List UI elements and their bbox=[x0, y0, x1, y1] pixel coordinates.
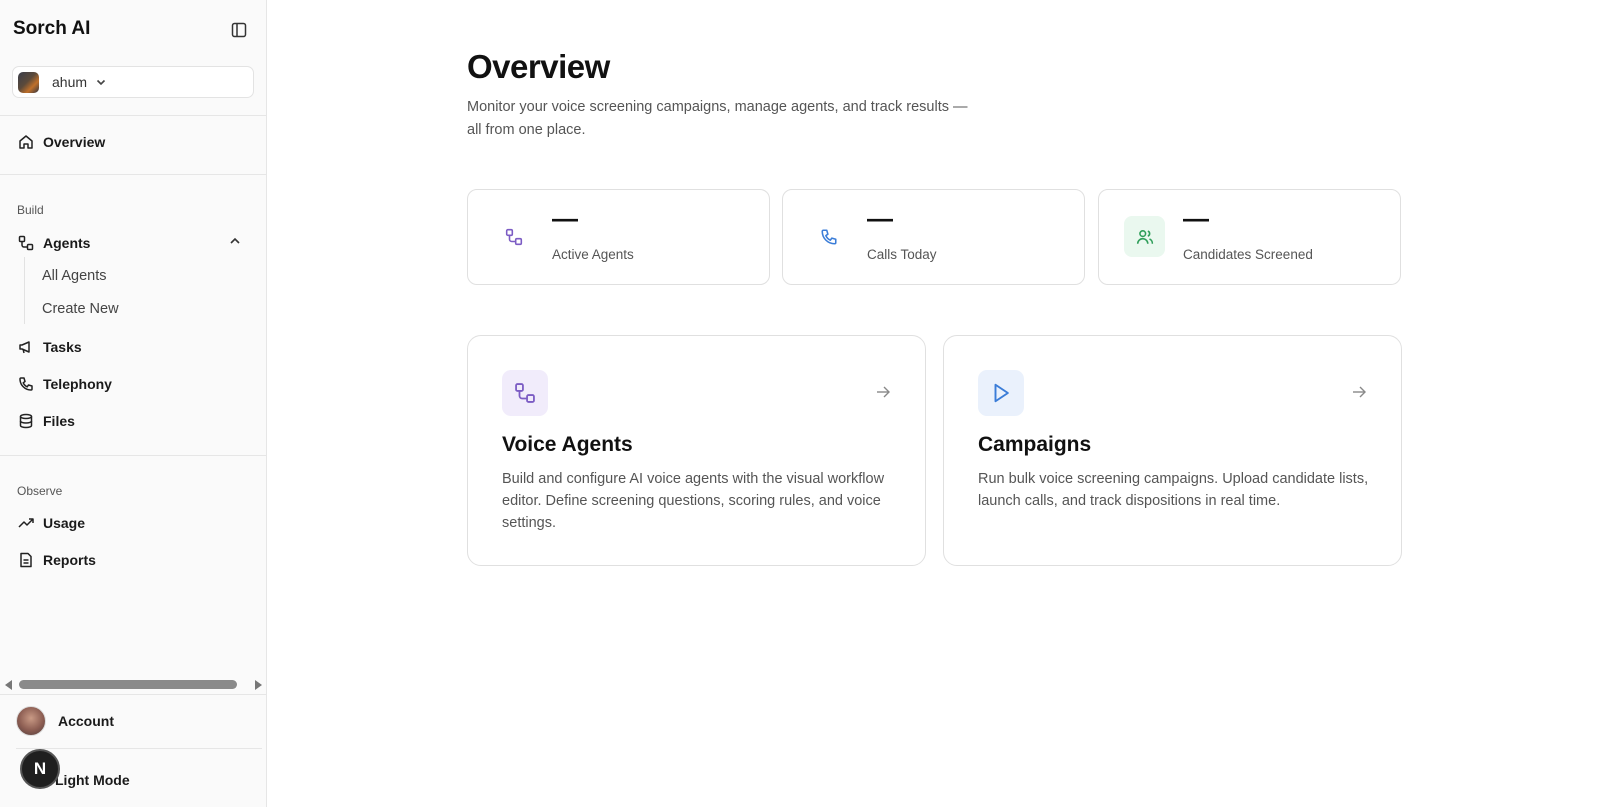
workflow-icon bbox=[493, 216, 534, 257]
stat-card-candidates-screened: — Candidates Screened bbox=[1098, 189, 1401, 285]
section-label-observe: Observe bbox=[17, 484, 63, 498]
feature-card-voice-agents[interactable]: Voice Agents Build and configure AI voic… bbox=[467, 335, 926, 566]
sidebar-divider bbox=[0, 694, 267, 695]
sidebar-item-usage[interactable]: Usage bbox=[17, 512, 252, 534]
trending-up-icon bbox=[17, 514, 35, 532]
scrollbar-thumb[interactable] bbox=[19, 680, 237, 689]
section-label-build: Build bbox=[17, 203, 44, 217]
workspace-name: ahum bbox=[52, 74, 88, 90]
sidebar-item-overview[interactable]: Overview bbox=[17, 131, 252, 153]
sidebar-divider bbox=[0, 174, 267, 175]
sidebar-item-label: Agents bbox=[43, 235, 91, 251]
account-label: Account bbox=[58, 713, 114, 729]
stat-value: — bbox=[552, 203, 578, 233]
app-root: Sorch AI ahum Overview Build Agents All … bbox=[0, 0, 1600, 807]
feature-description: Run bulk voice screening campaigns. Uplo… bbox=[978, 471, 1369, 509]
sidebar-item-agents[interactable]: Agents bbox=[17, 232, 252, 254]
sidebar-item-tasks[interactable]: Tasks bbox=[17, 336, 252, 358]
stat-value: — bbox=[867, 203, 893, 233]
phone-icon bbox=[17, 375, 35, 393]
workspace-switcher[interactable]: ahum bbox=[12, 66, 254, 98]
scroll-left-arrow-icon[interactable] bbox=[5, 680, 12, 690]
play-icon bbox=[978, 370, 1024, 416]
stat-label: Active Agents bbox=[552, 247, 634, 262]
sidebar-item-label: Reports bbox=[43, 552, 96, 568]
sidebar-item-label: Usage bbox=[43, 515, 86, 531]
sidebar-item-label: Telephony bbox=[43, 376, 112, 392]
sidebar-divider bbox=[0, 115, 267, 116]
sidebar-item-label: Files bbox=[43, 413, 75, 429]
stat-label: Candidates Screened bbox=[1183, 247, 1313, 262]
sidebar-divider bbox=[0, 455, 267, 456]
sidebar-item-files[interactable]: Files bbox=[17, 410, 252, 432]
feature-title: Campaigns bbox=[978, 433, 1092, 456]
stat-card-calls-today: — Calls Today bbox=[782, 189, 1085, 285]
feature-card-campaigns[interactable]: Campaigns Run bulk voice screening campa… bbox=[943, 335, 1402, 566]
stat-card-active-agents: — Active Agents bbox=[467, 189, 770, 285]
chevron-up-icon[interactable] bbox=[228, 234, 242, 248]
sidebar-divider bbox=[16, 748, 262, 749]
file-text-icon bbox=[17, 551, 35, 569]
sidebar-item-label: Tasks bbox=[43, 339, 82, 355]
sidebar-item-reports[interactable]: Reports bbox=[17, 549, 252, 571]
dev-tools-badge[interactable]: N bbox=[20, 749, 60, 789]
sidebar: Sorch AI ahum Overview Build Agents All … bbox=[0, 0, 267, 807]
chevron-down-icon bbox=[95, 76, 107, 88]
avatar bbox=[16, 706, 46, 736]
phone-icon bbox=[808, 216, 849, 257]
feature-title: Voice Agents bbox=[502, 433, 633, 456]
workflow-icon bbox=[502, 370, 548, 416]
stat-label: Calls Today bbox=[867, 247, 937, 262]
submenu-guide-line bbox=[24, 257, 25, 324]
brand-title: Sorch AI bbox=[13, 18, 91, 39]
sidebar-toggle-icon[interactable] bbox=[229, 20, 249, 40]
sidebar-subitem-all-agents[interactable]: All Agents bbox=[42, 268, 107, 284]
sidebar-horizontal-scrollbar[interactable] bbox=[4, 678, 262, 692]
workflow-icon bbox=[17, 234, 35, 252]
sidebar-item-telephony[interactable]: Telephony bbox=[17, 373, 252, 395]
feature-description: Build and configure AI voice agents with… bbox=[502, 471, 885, 531]
scroll-right-arrow-icon[interactable] bbox=[255, 680, 262, 690]
theme-toggle[interactable]: Light Mode bbox=[55, 772, 130, 788]
sidebar-item-label: Overview bbox=[43, 134, 106, 150]
page-title: Overview bbox=[467, 48, 610, 85]
arrow-right-icon bbox=[1351, 384, 1367, 400]
account-button[interactable]: Account bbox=[16, 706, 114, 736]
home-icon bbox=[17, 133, 35, 151]
workspace-avatar bbox=[18, 71, 39, 93]
arrow-right-icon bbox=[875, 384, 891, 400]
megaphone-icon bbox=[17, 338, 35, 356]
database-icon bbox=[17, 412, 35, 430]
stat-value: — bbox=[1183, 203, 1209, 233]
page-subtitle: Monitor your voice screening campaigns, … bbox=[467, 99, 968, 138]
users-icon bbox=[1124, 216, 1165, 257]
sidebar-subitem-create-new[interactable]: Create New bbox=[42, 301, 119, 317]
